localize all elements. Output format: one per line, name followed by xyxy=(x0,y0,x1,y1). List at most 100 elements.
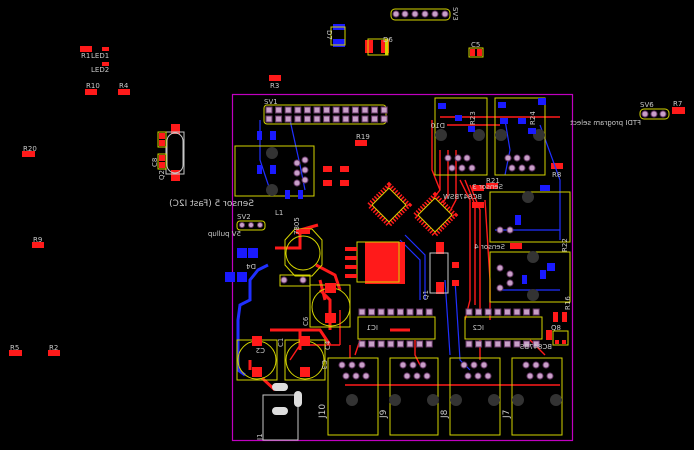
pin xyxy=(338,361,346,369)
pin xyxy=(358,361,366,369)
pin xyxy=(387,308,395,316)
pin xyxy=(425,340,433,348)
pin xyxy=(361,115,369,123)
pin xyxy=(348,361,356,369)
pin xyxy=(465,340,473,348)
pin xyxy=(406,340,414,348)
label-j8: J8 xyxy=(440,409,450,419)
pin xyxy=(303,106,311,114)
pin xyxy=(494,308,502,316)
pin xyxy=(546,372,554,380)
pin xyxy=(513,340,521,348)
pin xyxy=(284,106,292,114)
pin xyxy=(332,115,340,123)
label-c4: C4 xyxy=(324,340,332,350)
label-sv2: SV2 xyxy=(237,213,251,221)
pin xyxy=(342,372,350,380)
label-d4: D4 xyxy=(246,262,256,270)
pin xyxy=(503,308,511,316)
pin xyxy=(470,361,478,369)
pin xyxy=(413,372,421,380)
pin xyxy=(371,115,379,123)
pin xyxy=(284,115,292,123)
label-q2: Q2 xyxy=(158,170,166,180)
label-j10: J10 xyxy=(318,404,328,419)
components xyxy=(225,97,571,441)
pin xyxy=(342,115,350,123)
pin xyxy=(294,106,302,114)
pin xyxy=(352,372,360,380)
label-led2: LED2 xyxy=(91,66,109,74)
pullup-label: 5V pullup xyxy=(207,230,241,238)
label-led1: LED1 xyxy=(91,52,109,60)
pin xyxy=(265,106,273,114)
pin xyxy=(358,308,366,316)
label-r10: R10 xyxy=(86,82,100,90)
label-r23: R23 xyxy=(469,111,477,125)
pin xyxy=(419,361,427,369)
pin xyxy=(313,115,321,123)
pin xyxy=(403,372,411,380)
pin xyxy=(484,372,492,380)
pin xyxy=(484,308,492,316)
label-sv3: SV3 xyxy=(451,7,459,21)
label-r8: R8 xyxy=(552,171,561,179)
label-c1: C1 xyxy=(277,338,285,347)
pin xyxy=(396,308,404,316)
label-bc847-b: BC847BS xyxy=(519,343,552,351)
pin xyxy=(532,361,540,369)
pin xyxy=(294,115,302,123)
label-j1: J1 xyxy=(256,433,264,441)
label-r7: R7 xyxy=(673,100,682,108)
label-q1: Q1 xyxy=(422,290,430,300)
pin xyxy=(351,115,359,123)
pin xyxy=(465,308,473,316)
pin xyxy=(480,361,488,369)
pin xyxy=(406,308,414,316)
led1-pad xyxy=(102,47,109,51)
r8-pad xyxy=(551,163,563,169)
pin xyxy=(474,372,482,380)
pin xyxy=(371,106,379,114)
pcb-canvas[interactable]: R1 LED1 LED2 R10 R4 R3 R20 R9 R5 R2 R19 … xyxy=(0,0,694,450)
pin xyxy=(526,372,534,380)
pin xyxy=(409,361,417,369)
label-r5: R5 xyxy=(10,344,19,352)
pin xyxy=(380,115,388,123)
pin xyxy=(332,106,340,114)
pin xyxy=(323,115,331,123)
pin xyxy=(368,308,376,316)
pin xyxy=(351,106,359,114)
pin xyxy=(425,308,433,316)
label-r16: R16 xyxy=(564,296,572,310)
label-r1: R1 xyxy=(81,52,90,60)
pin xyxy=(523,308,531,316)
sensor4-label: Sensor 4 xyxy=(474,243,505,251)
pin xyxy=(362,372,370,380)
pin xyxy=(484,340,492,348)
label-c6: C6 xyxy=(302,316,310,326)
pin xyxy=(494,340,502,348)
pin xyxy=(416,308,424,316)
pin xyxy=(265,115,273,123)
label-r19: R19 xyxy=(356,133,370,141)
pin xyxy=(460,361,468,369)
pin xyxy=(423,372,431,380)
label-c3: C3 xyxy=(320,360,328,369)
pin xyxy=(503,340,511,348)
pin xyxy=(313,106,321,114)
label-r9: R9 xyxy=(33,236,42,244)
pin xyxy=(323,106,331,114)
pin xyxy=(342,106,350,114)
pin xyxy=(513,308,521,316)
pin xyxy=(475,340,483,348)
pin xyxy=(275,115,283,123)
pin xyxy=(361,106,369,114)
pin xyxy=(396,340,404,348)
ftdi-select-label: FTDI program select xyxy=(570,119,641,127)
label-r4: R4 xyxy=(119,82,129,90)
label-ic1: IC1 xyxy=(367,324,378,332)
pin xyxy=(475,308,483,316)
pin xyxy=(522,361,530,369)
pin xyxy=(358,340,366,348)
